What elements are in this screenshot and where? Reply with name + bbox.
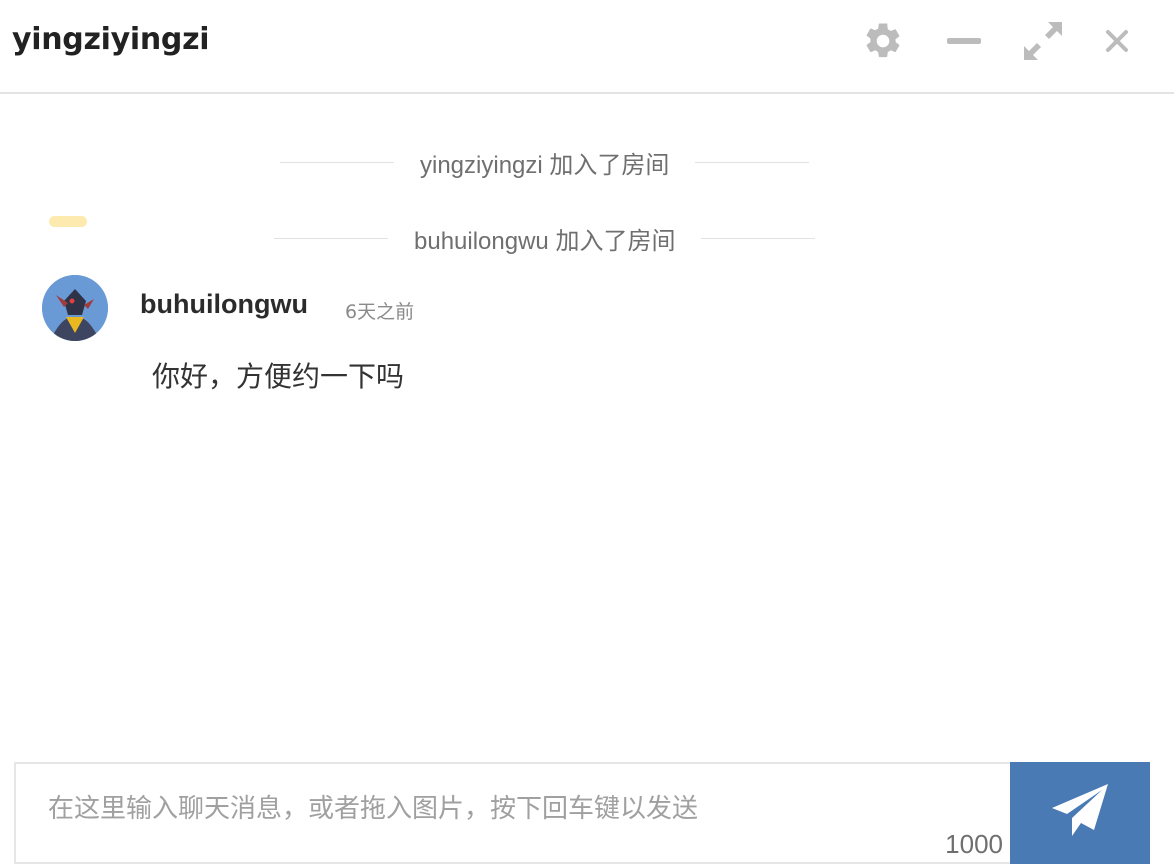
message-composer: 1000 bbox=[14, 762, 1011, 864]
char-counter: 1000 bbox=[945, 829, 1003, 859]
sender-name[interactable]: buhuilongwu bbox=[140, 289, 308, 320]
highlight-mark bbox=[49, 216, 87, 227]
avatar[interactable] bbox=[42, 275, 108, 341]
system-notice: buhuilongwu 加入了房间 bbox=[274, 220, 816, 256]
system-notice: yingziyingzi 加入了房间 bbox=[280, 144, 810, 180]
system-notice-text: buhuilongwu 加入了房间 bbox=[414, 227, 676, 255]
gear-icon bbox=[862, 20, 904, 62]
message-time: 6天之前 bbox=[345, 301, 415, 323]
system-notice-text: yingziyingzi 加入了房间 bbox=[420, 151, 670, 179]
maximize-button[interactable] bbox=[1020, 18, 1066, 64]
send-button[interactable] bbox=[1010, 762, 1150, 864]
message-list[interactable]: yingziyingzi 加入了房间 buhuilongwu 加入了房间 buh… bbox=[0, 96, 1174, 758]
message-input[interactable] bbox=[16, 764, 1011, 862]
close-icon bbox=[1103, 27, 1131, 55]
chat-header: yingziyingzi bbox=[0, 0, 1174, 94]
paper-plane-icon bbox=[1050, 782, 1110, 844]
divider bbox=[280, 161, 394, 163]
divider bbox=[695, 161, 810, 163]
divider bbox=[701, 237, 816, 239]
minimize-button[interactable] bbox=[941, 18, 987, 64]
chat-window: yingziyingzi yingziyingzi 加入了房间 buhuilon… bbox=[0, 0, 1174, 868]
minimize-icon bbox=[944, 21, 984, 61]
close-button[interactable] bbox=[1094, 18, 1140, 64]
room-title: yingziyingzi bbox=[12, 22, 210, 57]
expand-icon bbox=[1022, 20, 1064, 62]
message-text: 你好，方便约一下吗 bbox=[152, 360, 405, 393]
divider bbox=[274, 237, 388, 239]
settings-button[interactable] bbox=[860, 18, 906, 64]
